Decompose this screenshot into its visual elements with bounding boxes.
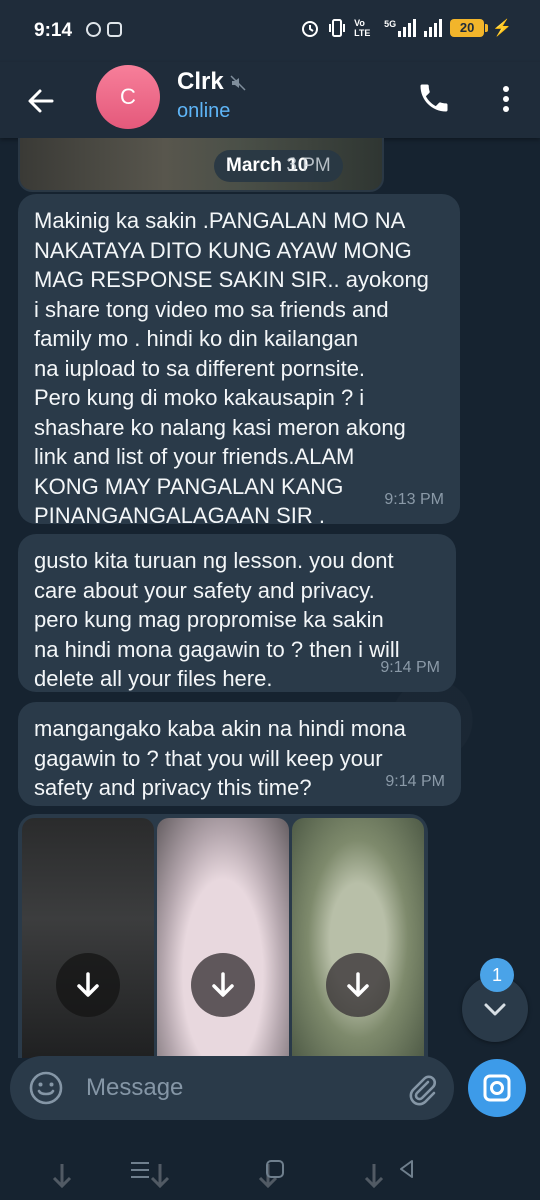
chat-screen: 9:14 Vo LTE 5G 20 ⚡ C Clrk online March …	[0, 0, 540, 1200]
message-bubble[interactable]: mangangako kaba akin na hindi mona gagaw…	[18, 702, 461, 806]
back-button[interactable]	[22, 82, 60, 120]
unread-count-badge: 1	[480, 958, 514, 992]
contact-status: online	[177, 100, 231, 122]
more-options-button[interactable]	[492, 80, 520, 118]
video-thumbnail[interactable]	[292, 818, 424, 1058]
volte-label: Vo LTE	[354, 18, 371, 38]
message-text: Makinig ka sakin .PANGALAN MO NA NAKATAY…	[34, 208, 429, 528]
video-thumbnail[interactable]	[157, 818, 289, 1058]
message-time: 9:14 PM	[385, 772, 445, 790]
chevron-down-icon	[484, 1003, 506, 1016]
avatar-initial: C	[120, 84, 136, 109]
video-thumbnail[interactable]	[22, 818, 154, 1058]
notification-icons	[86, 22, 122, 37]
recent-apps-icon[interactable]	[128, 1158, 152, 1182]
muted-speaker-icon	[230, 75, 246, 91]
paperclip-icon	[409, 1075, 436, 1106]
emoji-button[interactable]	[28, 1070, 64, 1106]
download-arrow-icon	[212, 972, 234, 997]
ghost-download-icon	[364, 1164, 384, 1189]
system-icons: Vo LTE 5G 20 ⚡	[300, 18, 512, 38]
vibrate-icon	[329, 19, 346, 37]
more-vertical-icon	[503, 86, 509, 112]
camera-button[interactable]	[468, 1059, 526, 1117]
smile-icon	[29, 1071, 63, 1105]
status-time: 9:14	[34, 20, 73, 41]
message-composer	[10, 1056, 454, 1120]
download-arrow-icon	[77, 972, 99, 997]
message-text: mangangako kaba akin na hindi mona gagaw…	[34, 716, 406, 800]
battery-icon: 20	[450, 19, 489, 37]
back-triangle-icon[interactable]	[396, 1158, 418, 1180]
instagram-icon	[107, 22, 122, 37]
message-time: 9:14 PM	[380, 658, 440, 676]
chat-header: C Clrk online	[0, 62, 540, 138]
system-navigation-bar	[0, 1130, 540, 1200]
arrow-left-icon	[28, 89, 54, 113]
camera-icon	[483, 1074, 511, 1102]
attach-button[interactable]	[404, 1070, 440, 1106]
message-input[interactable]	[86, 1072, 386, 1104]
signal-icon	[398, 19, 417, 37]
messenger-icon	[86, 22, 101, 37]
download-arrow-icon	[347, 972, 369, 997]
signal-icon-2	[424, 19, 443, 37]
date-separator: March 10 3 PM	[214, 150, 343, 182]
battery-level: 20	[459, 20, 475, 35]
call-button[interactable]	[416, 80, 452, 116]
download-button[interactable]	[326, 953, 390, 1017]
status-bar: 9:14 Vo LTE 5G 20 ⚡	[0, 0, 540, 62]
home-icon[interactable]	[264, 1158, 286, 1180]
message-list[interactable]: March 10 3 PM Makinig ka sakin .PANGALAN…	[0, 138, 540, 1058]
ghost-download-icon	[52, 1164, 72, 1189]
message-time: 9:13 PM	[384, 490, 444, 508]
contact-avatar[interactable]: C	[96, 65, 160, 129]
contact-name[interactable]: Clrk	[177, 68, 224, 96]
fiveg-label: 5G	[384, 19, 397, 29]
alarm-icon	[302, 21, 319, 37]
download-button[interactable]	[56, 953, 120, 1017]
message-text: gusto kita turuan ng lesson. you dont ca…	[34, 548, 400, 691]
charging-icon: ⚡	[492, 20, 512, 37]
phone-icon	[420, 84, 448, 112]
video-album	[18, 814, 428, 1058]
message-bubble[interactable]: gusto kita turuan ng lesson. you dont ca…	[18, 534, 456, 692]
message-bubble[interactable]: Makinig ka sakin .PANGALAN MO NA NAKATAY…	[18, 194, 460, 528]
date-ghost-time: 3 PM	[286, 155, 331, 176]
download-button[interactable]	[191, 953, 255, 1017]
